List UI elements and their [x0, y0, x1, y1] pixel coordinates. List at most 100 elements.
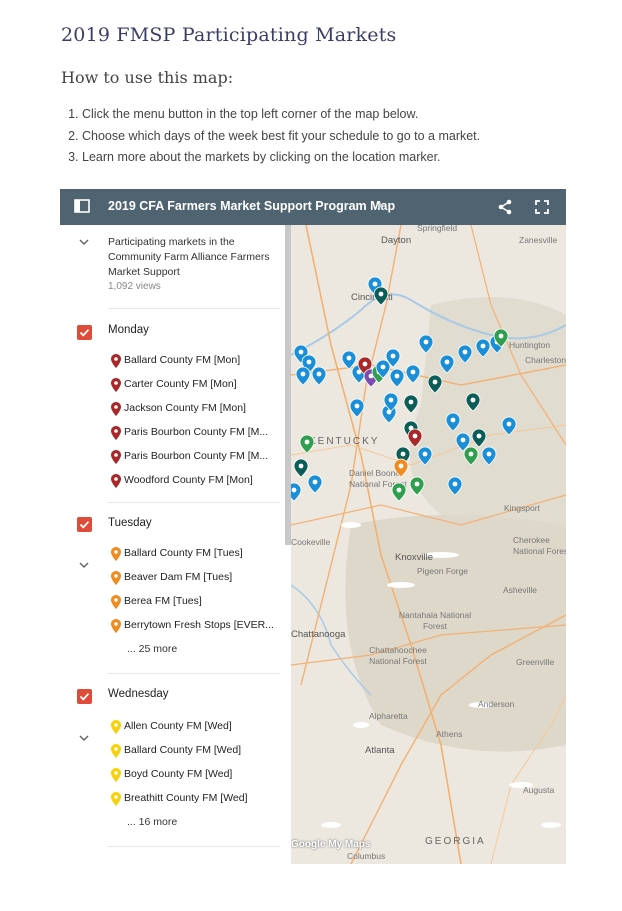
item-label: Boyd County FM [Wed]	[124, 768, 233, 780]
map-marker-pin[interactable]	[291, 482, 302, 502]
map-marker-pin[interactable]	[463, 446, 479, 466]
map-marker-pin[interactable]	[373, 286, 389, 306]
instruction-step: Click the menu button in the top left co…	[82, 104, 480, 126]
item-label: Allen County FM [Wed]	[124, 720, 232, 732]
map-pin-icon	[111, 450, 121, 464]
map-pin-icon	[111, 402, 121, 416]
item-label: Paris Bourbon County FM [M...	[124, 426, 269, 438]
layer-name-monday[interactable]: Monday	[108, 324, 149, 336]
item-label: Ballard County FM [Tues]	[124, 547, 243, 559]
item-label: Carter County FM [Mon]	[124, 378, 237, 390]
list-item[interactable]: Boyd County FM [Wed]	[111, 766, 291, 784]
layer-name-tuesday[interactable]: Tuesday	[108, 517, 152, 529]
layer-name-wednesday[interactable]: Wednesday	[108, 688, 169, 700]
map-marker-pin[interactable]	[311, 366, 327, 386]
list-item[interactable]: Woodford County FM [Mon]	[111, 472, 291, 490]
map-pin-icon	[111, 619, 121, 633]
map-pin-icon	[111, 354, 121, 368]
map-marker-pin[interactable]	[427, 374, 443, 394]
divider	[108, 673, 280, 674]
item-label: Woodford County FM [Mon]	[124, 474, 253, 486]
chevron-down-icon[interactable]	[79, 238, 89, 246]
chevron-down-icon[interactable]	[79, 734, 89, 742]
map-header: 2019 CFA Farmers Market Support Program …	[60, 189, 566, 225]
item-label: Berrytown Fresh Stops [EVER...	[124, 619, 274, 631]
map-marker-pin[interactable]	[299, 434, 315, 454]
map-marker-pin[interactable]	[481, 446, 497, 466]
sidebar-toggle-icon[interactable]	[74, 199, 90, 213]
list-item[interactable]: Ballard County FM [Tues]	[111, 545, 291, 563]
list-item[interactable]: Ballard County FM [Wed]	[111, 742, 291, 760]
item-label: Jackson County FM [Mon]	[124, 402, 246, 414]
map-pin-icon	[111, 792, 121, 806]
list-item[interactable]: Jackson County FM [Mon]	[111, 400, 291, 418]
divider	[108, 308, 280, 309]
divider	[108, 502, 280, 503]
map-marker-pin[interactable]	[439, 354, 455, 374]
map-marker-pin[interactable]	[295, 366, 311, 386]
map-marker-pin[interactable]	[307, 474, 323, 494]
list-item[interactable]: Beaver Dam FM [Tues]	[111, 569, 291, 587]
map-marker-pin[interactable]	[501, 416, 517, 436]
divider	[108, 846, 280, 847]
map-sidebar: Participating markets in the Community F…	[60, 225, 291, 864]
map-marker-pin[interactable]	[393, 458, 409, 478]
map-marker-pin[interactable]	[341, 350, 357, 370]
more-link[interactable]: ... 16 more	[127, 816, 177, 828]
fullscreen-icon[interactable]	[534, 199, 550, 215]
list-item[interactable]: Carter County FM [Mon]	[111, 376, 291, 394]
map-pin-icon	[111, 378, 121, 392]
map-marker-pin[interactable]	[417, 446, 433, 466]
map-pin-icon	[111, 426, 121, 440]
map-marker-pin[interactable]	[471, 428, 487, 448]
map-marker-pin[interactable]	[409, 476, 425, 496]
layer-checkbox-monday[interactable]	[77, 325, 92, 340]
map-marker-pin[interactable]	[403, 394, 419, 414]
map-marker-pin[interactable]	[445, 412, 461, 432]
list-item[interactable]: Paris Bourbon County FM [M...	[111, 448, 291, 466]
share-icon[interactable]	[497, 199, 513, 215]
item-label: Ballard County FM [Wed]	[124, 744, 242, 756]
instruction-step: Learn more about the markets by clicking…	[82, 147, 480, 169]
map-marker-pin[interactable]	[475, 338, 491, 358]
map-marker-pin[interactable]	[418, 334, 434, 354]
map-marker-pin[interactable]	[407, 428, 423, 448]
item-label: Breathitt County FM [Wed]	[124, 792, 248, 804]
map-pin-icon	[111, 547, 121, 561]
list-item[interactable]: Berea FM [Tues]	[111, 593, 291, 611]
list-item[interactable]: Paris Bourbon County FM [M...	[111, 424, 291, 442]
howto-title: How to use this map:	[61, 68, 234, 87]
map-marker-pin[interactable]	[405, 364, 421, 384]
map-description: Participating markets in the Community F…	[108, 236, 270, 278]
more-link[interactable]: ... 25 more	[127, 643, 177, 655]
item-label: Beaver Dam FM [Tues]	[124, 571, 233, 583]
map-pin-icon	[111, 474, 121, 488]
instructions-list: Click the menu button in the top left co…	[68, 104, 480, 169]
page-title: 2019 FMSP Participating Markets	[61, 24, 397, 46]
item-label: Paris Bourbon County FM [M...	[124, 450, 269, 462]
map-marker-pin[interactable]	[293, 458, 309, 478]
map-pin-icon	[111, 768, 121, 782]
map-pin-icon	[111, 571, 121, 585]
list-item[interactable]: Ballard County FM [Mon]	[111, 352, 291, 370]
map-marker-pin[interactable]	[349, 398, 365, 418]
map-marker-pin[interactable]	[465, 392, 481, 412]
chevron-down-icon[interactable]	[79, 561, 89, 569]
layer-checkbox-wednesday[interactable]	[77, 689, 92, 704]
map-marker-pin[interactable]	[447, 476, 463, 496]
star-icon[interactable]: ★	[375, 199, 385, 212]
view-count: 1,092 views	[108, 281, 161, 292]
map-marker-pin[interactable]	[391, 482, 407, 502]
list-item[interactable]: Berrytown Fresh Stops [EVER...	[111, 617, 291, 635]
list-item[interactable]: Allen County FM [Wed]	[111, 718, 291, 736]
instruction-step: Choose which days of the week best fit y…	[82, 126, 480, 148]
map-marker-pin[interactable]	[389, 368, 405, 388]
map-markers	[291, 276, 517, 502]
list-item[interactable]: Breathitt County FM [Wed]	[111, 790, 291, 808]
map-marker-pin[interactable]	[457, 344, 473, 364]
map-canvas[interactable]: Springfield Dayton Zanesville Cincinnati…	[291, 225, 566, 864]
map-pin-icon	[111, 595, 121, 609]
layer-checkbox-tuesday[interactable]	[77, 517, 92, 532]
map-title: 2019 CFA Farmers Market Support Program …	[108, 199, 396, 213]
item-label: Ballard County FM [Mon]	[124, 354, 241, 366]
